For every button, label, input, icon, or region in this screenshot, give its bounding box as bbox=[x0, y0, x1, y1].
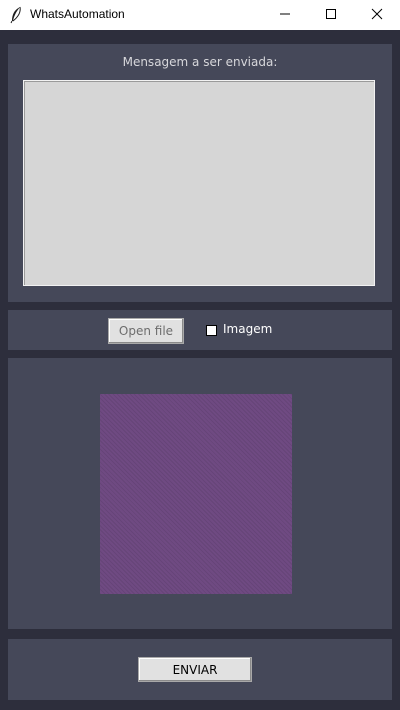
minimize-button[interactable] bbox=[262, 0, 308, 30]
close-button[interactable] bbox=[354, 0, 400, 30]
feather-icon bbox=[8, 6, 24, 24]
window-title: WhatsAutomation bbox=[30, 7, 125, 21]
send-button[interactable]: ENVIAR bbox=[138, 657, 252, 682]
open-file-button[interactable]: Open file bbox=[108, 318, 184, 344]
image-panel bbox=[8, 358, 392, 629]
image-checkbox[interactable] bbox=[206, 325, 217, 336]
close-icon bbox=[371, 8, 383, 23]
maximize-button[interactable] bbox=[308, 0, 354, 30]
image-checkbox-label: Imagem bbox=[223, 322, 273, 336]
title-bar: WhatsAutomation bbox=[0, 0, 400, 30]
minimize-icon bbox=[279, 8, 291, 23]
send-panel: ENVIAR bbox=[8, 639, 392, 700]
message-textarea[interactable] bbox=[23, 80, 375, 286]
file-panel: Open file Imagem bbox=[8, 310, 392, 350]
image-preview bbox=[100, 394, 292, 594]
maximize-icon bbox=[325, 8, 337, 23]
message-panel: Mensagem a ser enviada: bbox=[8, 44, 392, 302]
message-label: Mensagem a ser enviada: bbox=[122, 55, 278, 69]
window-body: Mensagem a ser enviada: Open file Imagem… bbox=[0, 30, 400, 710]
